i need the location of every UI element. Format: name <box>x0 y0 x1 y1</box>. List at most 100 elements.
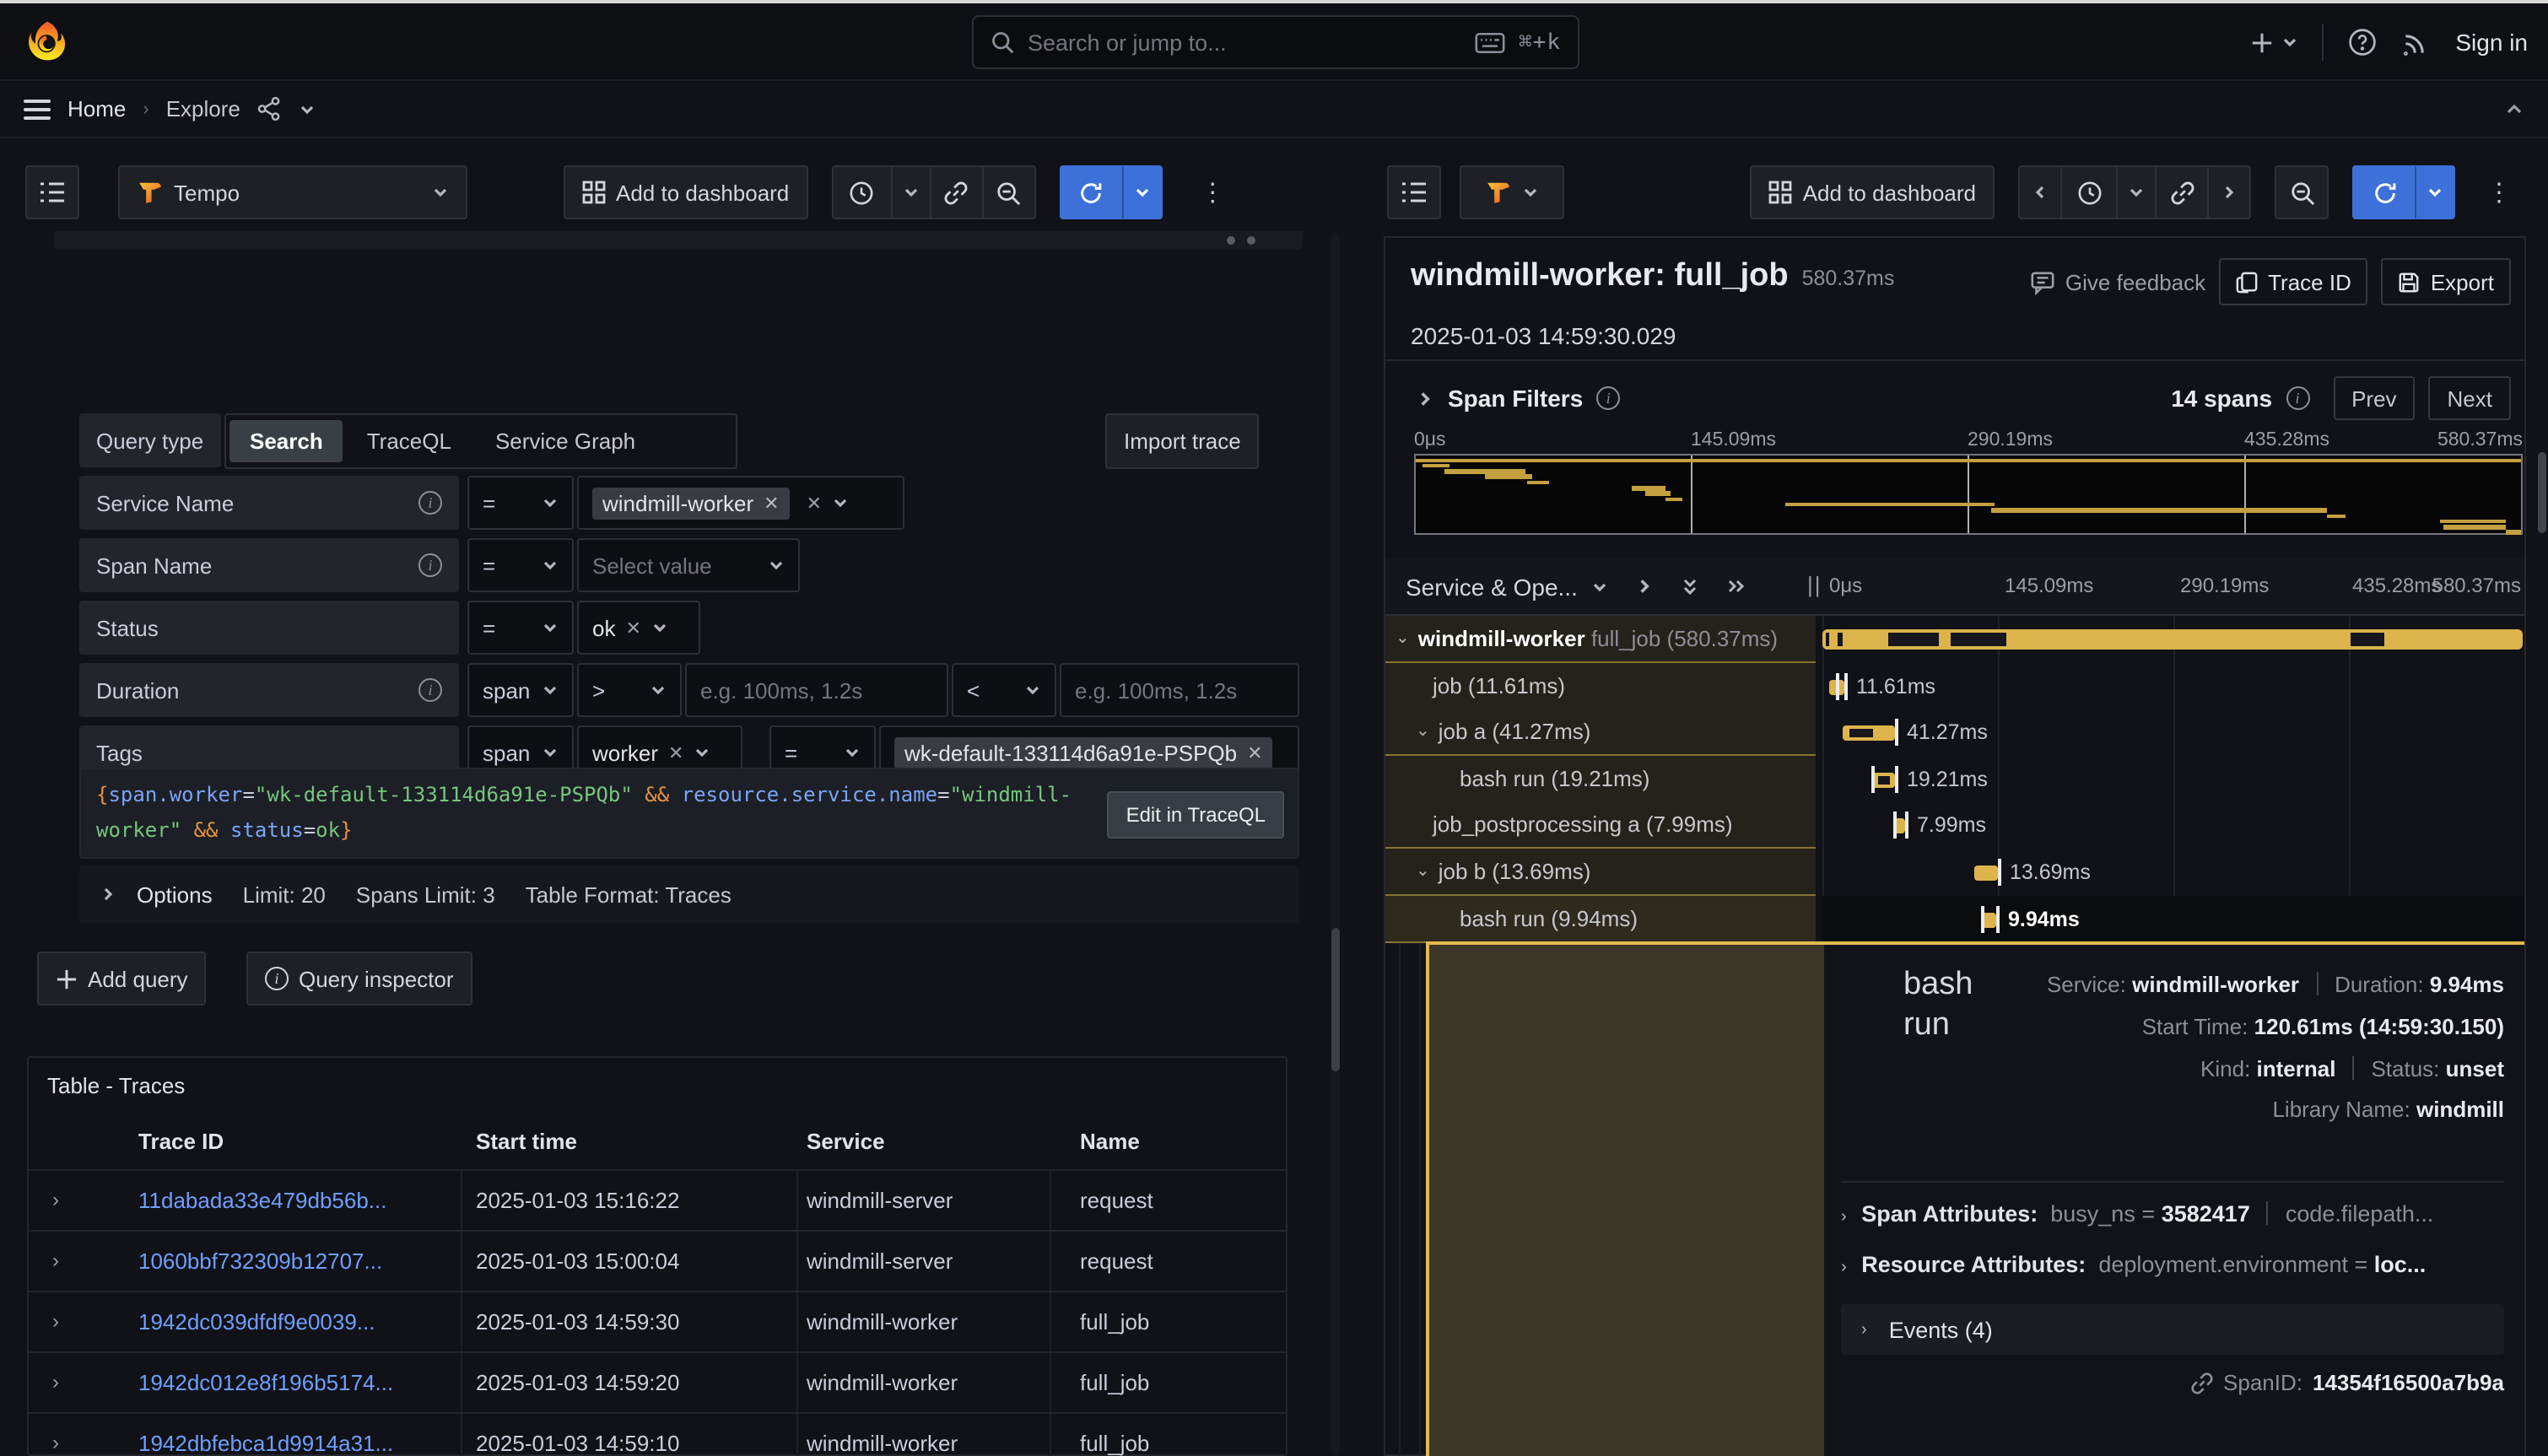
detail-span-attributes[interactable]: › Span Attributes: busy_ns = 3582417code… <box>1841 1201 2433 1227</box>
col-start-time[interactable]: Start time <box>476 1129 577 1154</box>
span-track[interactable]: 9.94ms <box>1822 896 2524 943</box>
span-row[interactable]: job_postprocessing a (7.99ms)7.99ms <box>1385 801 2524 849</box>
col-service[interactable]: Service <box>807 1129 885 1154</box>
row-expand-icon[interactable]: › <box>52 1431 59 1454</box>
duration-gt-operator[interactable]: > <box>577 663 682 717</box>
service-name-chip[interactable]: windmill-worker✕ <box>592 487 790 519</box>
status-operator[interactable]: = <box>467 601 574 655</box>
add-to-dashboard-button[interactable]: Add to dashboard <box>1751 165 1995 219</box>
span-row[interactable]: bash run (9.94ms)9.94ms <box>1385 896 2524 943</box>
col-name[interactable]: Name <box>1080 1129 1140 1154</box>
trace-minimap[interactable] <box>1414 454 2523 535</box>
news-rss-icon[interactable] <box>2401 27 2432 57</box>
span-name-cell[interactable]: bash run (19.21ms) <box>1385 756 1816 803</box>
add-query-button[interactable]: Add query <box>37 952 207 1006</box>
time-picker-button[interactable] <box>2060 165 2118 219</box>
span-track[interactable]: 11.61ms <box>1822 663 2524 710</box>
collapse-caret-icon[interactable]: ⌄ <box>1416 722 1430 741</box>
query-history-icon[interactable] <box>1387 165 1441 219</box>
span-row[interactable]: bash run (19.21ms)19.21ms <box>1385 756 2524 803</box>
tags-value-chip[interactable]: wk-default-133114d6a91e-PSPQb✕ <box>894 736 1273 768</box>
menu-toggle-icon[interactable] <box>24 99 51 119</box>
search-input[interactable]: Search or jump to... ⌘+k <box>972 15 1579 69</box>
time-picker-caret[interactable] <box>890 165 931 219</box>
remove-chip-icon[interactable]: ✕ <box>668 741 683 763</box>
link-split-button[interactable] <box>2155 165 2209 219</box>
run-query-caret[interactable] <box>2415 165 2455 219</box>
kebab-menu-icon[interactable]: ⋮ <box>1185 165 1239 219</box>
share-icon[interactable] <box>257 96 283 121</box>
breadcrumb-explore[interactable]: Explore <box>166 96 240 121</box>
span-track[interactable]: 41.27ms <box>1822 709 2524 756</box>
span-row[interactable]: ⌄job b (13.69ms)13.69ms <box>1385 849 2524 896</box>
duration-min-input[interactable]: e.g. 100ms, 1.2s <box>685 663 948 717</box>
breadcrumb-home[interactable]: Home <box>67 96 126 121</box>
export-button[interactable]: Export <box>2382 258 2511 305</box>
service-operation-header[interactable]: Service & Ope... <box>1385 558 1816 614</box>
span-row[interactable]: ⌄job a (41.27ms)41.27ms <box>1385 709 2524 756</box>
span-name-cell[interactable]: job (11.61ms) <box>1385 663 1816 710</box>
collapse-caret-icon[interactable]: ⌄ <box>1416 862 1430 881</box>
span-duration-bar[interactable] <box>1843 725 1895 741</box>
span-name-cell[interactable]: bash run (9.94ms) <box>1385 896 1816 943</box>
span-name-cell[interactable]: ⌄job b (13.69ms) <box>1385 849 1816 896</box>
trace-id-link[interactable]: 1942dc012e8f196b5174... <box>138 1370 393 1395</box>
datasource-picker-mini[interactable] <box>1460 165 1564 219</box>
edit-in-traceql-button[interactable]: Edit in TraceQL <box>1108 791 1284 839</box>
datasource-picker[interactable]: Tempo <box>118 165 467 219</box>
double-chevron-down-icon[interactable] <box>1681 576 1699 596</box>
clear-icon[interactable]: ✕ <box>807 492 822 514</box>
remove-chip-icon[interactable]: ✕ <box>764 492 779 514</box>
duration-lt-operator[interactable]: < <box>952 663 1056 717</box>
span-duration-bar[interactable] <box>1822 629 2523 650</box>
col-trace-id[interactable]: Trace ID <box>138 1129 224 1154</box>
query-history-icon[interactable] <box>25 165 79 219</box>
duration-scope[interactable]: span <box>467 663 574 717</box>
row-expand-icon[interactable]: › <box>52 1309 59 1333</box>
span-duration-bar[interactable] <box>1871 773 1895 788</box>
new-menu-button[interactable] <box>2249 30 2298 55</box>
span-duration-bar[interactable] <box>1974 866 1998 881</box>
span-name-operator[interactable]: = <box>467 538 574 592</box>
row-expand-icon[interactable]: › <box>52 1248 59 1272</box>
trace-id-link[interactable]: 11dabada33e479db56b... <box>138 1188 387 1213</box>
double-chevron-right-icon[interactable] <box>1726 577 1746 596</box>
span-track[interactable]: 7.99ms <box>1822 801 2524 849</box>
row-expand-icon[interactable]: › <box>52 1370 59 1394</box>
trace-id-link[interactable]: 1942dbfebca1d9914a31... <box>138 1431 393 1456</box>
time-picker-button[interactable] <box>831 165 892 219</box>
shift-time-back-button[interactable] <box>2018 165 2062 219</box>
left-scrollbar-thumb[interactable] <box>1331 928 1340 1071</box>
query-inspector-button[interactable]: i Query inspector <box>246 952 472 1006</box>
detail-resource-attributes[interactable]: › Resource Attributes: deployment.enviro… <box>1841 1252 2426 1277</box>
span-track[interactable] <box>1822 616 2524 663</box>
detail-events-section[interactable]: › Events (4) <box>1841 1304 2504 1355</box>
status-value[interactable]: ok ✕ <box>577 601 700 655</box>
help-icon[interactable] <box>2347 27 2378 57</box>
tab-service-graph[interactable]: Service Graph <box>475 420 656 462</box>
zoom-out-button[interactable] <box>981 165 1035 219</box>
tab-traceql[interactable]: TraceQL <box>347 420 472 462</box>
collapse-caret-icon[interactable]: ⌄ <box>1395 629 1410 648</box>
chevron-down-icon[interactable] <box>300 100 316 117</box>
page-scrollbar-thumb[interactable] <box>2538 452 2546 533</box>
next-span-button[interactable]: Next <box>2429 376 2511 420</box>
span-name-cell[interactable]: ⌄windmill-worker full_job (580.37ms) <box>1385 616 1816 663</box>
duration-max-input[interactable]: e.g. 100ms, 1.2s <box>1060 663 1299 717</box>
row-expand-icon[interactable]: › <box>52 1188 59 1211</box>
shift-time-forward-button[interactable] <box>2207 165 2251 219</box>
tab-search[interactable]: Search <box>229 420 343 462</box>
chevron-right-icon[interactable] <box>1635 577 1654 596</box>
span-track[interactable]: 13.69ms <box>1822 849 2524 896</box>
import-trace-button[interactable]: Import trace <box>1105 413 1260 469</box>
link-icon[interactable] <box>2189 1371 2213 1394</box>
span-track[interactable]: 19.21ms <box>1822 756 2524 803</box>
chevron-right-icon[interactable] <box>1416 389 1434 407</box>
collapse-up-icon[interactable] <box>2504 99 2524 119</box>
add-to-dashboard-button[interactable]: Add to dashboard <box>564 165 807 219</box>
kebab-menu-icon[interactable]: ⋮ <box>2472 165 2526 219</box>
run-query-caret[interactable] <box>1121 165 1162 219</box>
zoom-out-button[interactable] <box>2275 165 2329 219</box>
span-name-value[interactable]: Select value <box>577 538 800 592</box>
span-name-cell[interactable]: ⌄job a (41.27ms) <box>1385 709 1816 756</box>
